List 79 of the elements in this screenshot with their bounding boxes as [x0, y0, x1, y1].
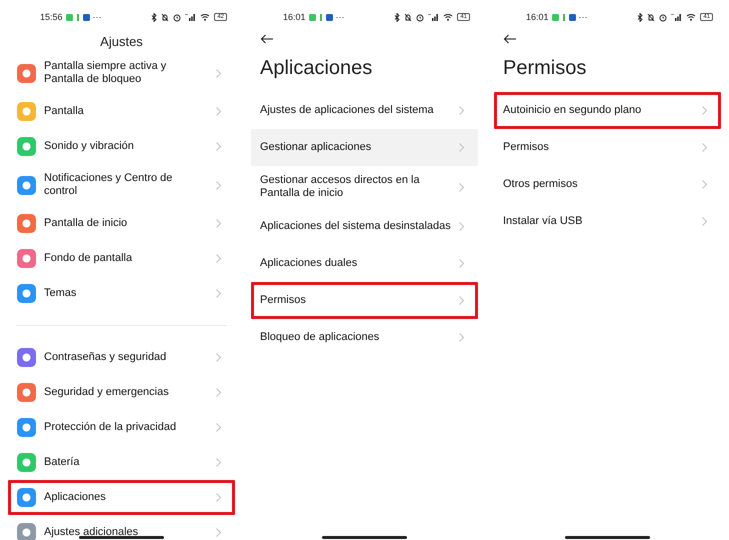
bluetooth-icon	[394, 12, 400, 22]
chevron-icon	[216, 528, 221, 537]
app-icon	[568, 14, 576, 20]
home-indicator[interactable]	[565, 536, 650, 539]
chevron-icon	[216, 388, 221, 397]
settings-item[interactable]: Gestionar accesos directos en la Pantalla de inicio	[251, 166, 478, 208]
settings-item[interactable]: Aplicaciones del sistema desinstaladas	[251, 208, 478, 245]
more-notifications: ···	[92, 12, 102, 22]
settings-item[interactable]: Bloqueo de aplicaciones	[251, 319, 478, 356]
alarm-icon	[173, 12, 182, 22]
chevron-icon	[216, 423, 221, 432]
chevron-icon	[216, 107, 221, 116]
chevron-icon	[459, 143, 464, 152]
settings-item[interactable]: Permisos	[251, 282, 478, 319]
chevron-icon	[702, 217, 707, 226]
chevron-icon	[216, 493, 221, 502]
chevron-icon	[459, 259, 464, 268]
settings-item[interactable]: Ajustes de aplicaciones del sistema	[251, 92, 478, 129]
back-arrow-icon[interactable]	[503, 34, 517, 44]
more-notifications: ···	[336, 12, 345, 22]
chevron-icon	[702, 180, 707, 189]
settings-item[interactable]: Aplicaciones duales	[251, 245, 478, 282]
settings-item[interactable]: Sonido y vibración	[8, 129, 235, 164]
chevron-icon	[459, 106, 464, 115]
clock-time: 16:01	[283, 12, 306, 22]
bluetooth-icon	[637, 12, 644, 22]
settings-item[interactable]: Batería	[8, 445, 235, 480]
more-notifications: ···	[578, 12, 588, 22]
back-arrow-icon[interactable]	[260, 34, 274, 44]
chevron-icon	[216, 289, 221, 298]
chevron-icon	[459, 333, 464, 342]
settings-item[interactable]: Temas	[8, 276, 235, 311]
signal-icon	[428, 13, 440, 21]
home-indicator[interactable]	[79, 536, 164, 539]
app-icon	[82, 14, 90, 20]
signal-icon	[185, 13, 196, 21]
chevron-icon	[459, 182, 464, 192]
screen-title: Ajustes	[99, 34, 144, 49]
chevron-icon	[216, 353, 221, 362]
settings-item[interactable]: Gestionar aplicaciones	[251, 129, 478, 166]
alarm-icon	[416, 12, 424, 22]
clock-time: 16:01	[526, 12, 549, 22]
app-icon	[326, 14, 333, 20]
settings-item[interactable]: Seguridad y emergencias	[8, 375, 235, 410]
muted-bell-icon	[404, 12, 412, 22]
settings-item[interactable]: Contraseñas y seguridad	[8, 340, 235, 375]
muted-bell-icon	[161, 12, 170, 22]
home-indicator[interactable]	[322, 536, 407, 539]
chevron-icon	[702, 106, 707, 115]
muted-bell-icon	[647, 12, 656, 22]
chevron-icon	[702, 143, 707, 152]
chevron-icon	[216, 180, 221, 190]
bluetooth-icon	[151, 12, 158, 22]
chevron-icon	[216, 458, 221, 467]
chevron-icon	[459, 296, 464, 305]
screen-title: Aplicaciones	[260, 56, 374, 80]
settings-item[interactable]: Otros permisos	[494, 166, 721, 203]
chevron-icon	[459, 222, 464, 231]
chevron-icon	[216, 219, 221, 228]
settings-item[interactable]: Aplicaciones	[8, 480, 235, 515]
settings-item[interactable]: Pantalla siempre activa y Pantalla de bloqueo	[8, 52, 235, 94]
settings-item[interactable]: Permisos	[494, 129, 721, 166]
settings-item[interactable]: Protección de la privacidad	[8, 410, 235, 445]
alarm-icon	[659, 12, 668, 22]
settings-item[interactable]: Pantalla	[8, 94, 235, 129]
settings-item[interactable]: Instalar vía USB	[494, 203, 721, 240]
settings-item[interactable]: Autoinicio en segundo plano	[494, 92, 721, 129]
screen-title: Permisos	[503, 56, 588, 80]
settings-item[interactable]: Fondo de pantalla	[8, 241, 235, 276]
settings-item[interactable]: Pantalla de inicio	[8, 206, 235, 241]
clock-time: 15:56	[40, 12, 63, 22]
wifi-icon	[686, 13, 696, 21]
wifi-icon	[443, 13, 454, 21]
chevron-icon	[216, 254, 221, 263]
wifi-icon	[200, 13, 210, 21]
chevron-icon	[216, 68, 221, 78]
signal-icon	[671, 13, 682, 21]
settings-item[interactable]: Notificaciones y Centro de control	[8, 164, 235, 206]
chevron-icon	[216, 142, 221, 151]
